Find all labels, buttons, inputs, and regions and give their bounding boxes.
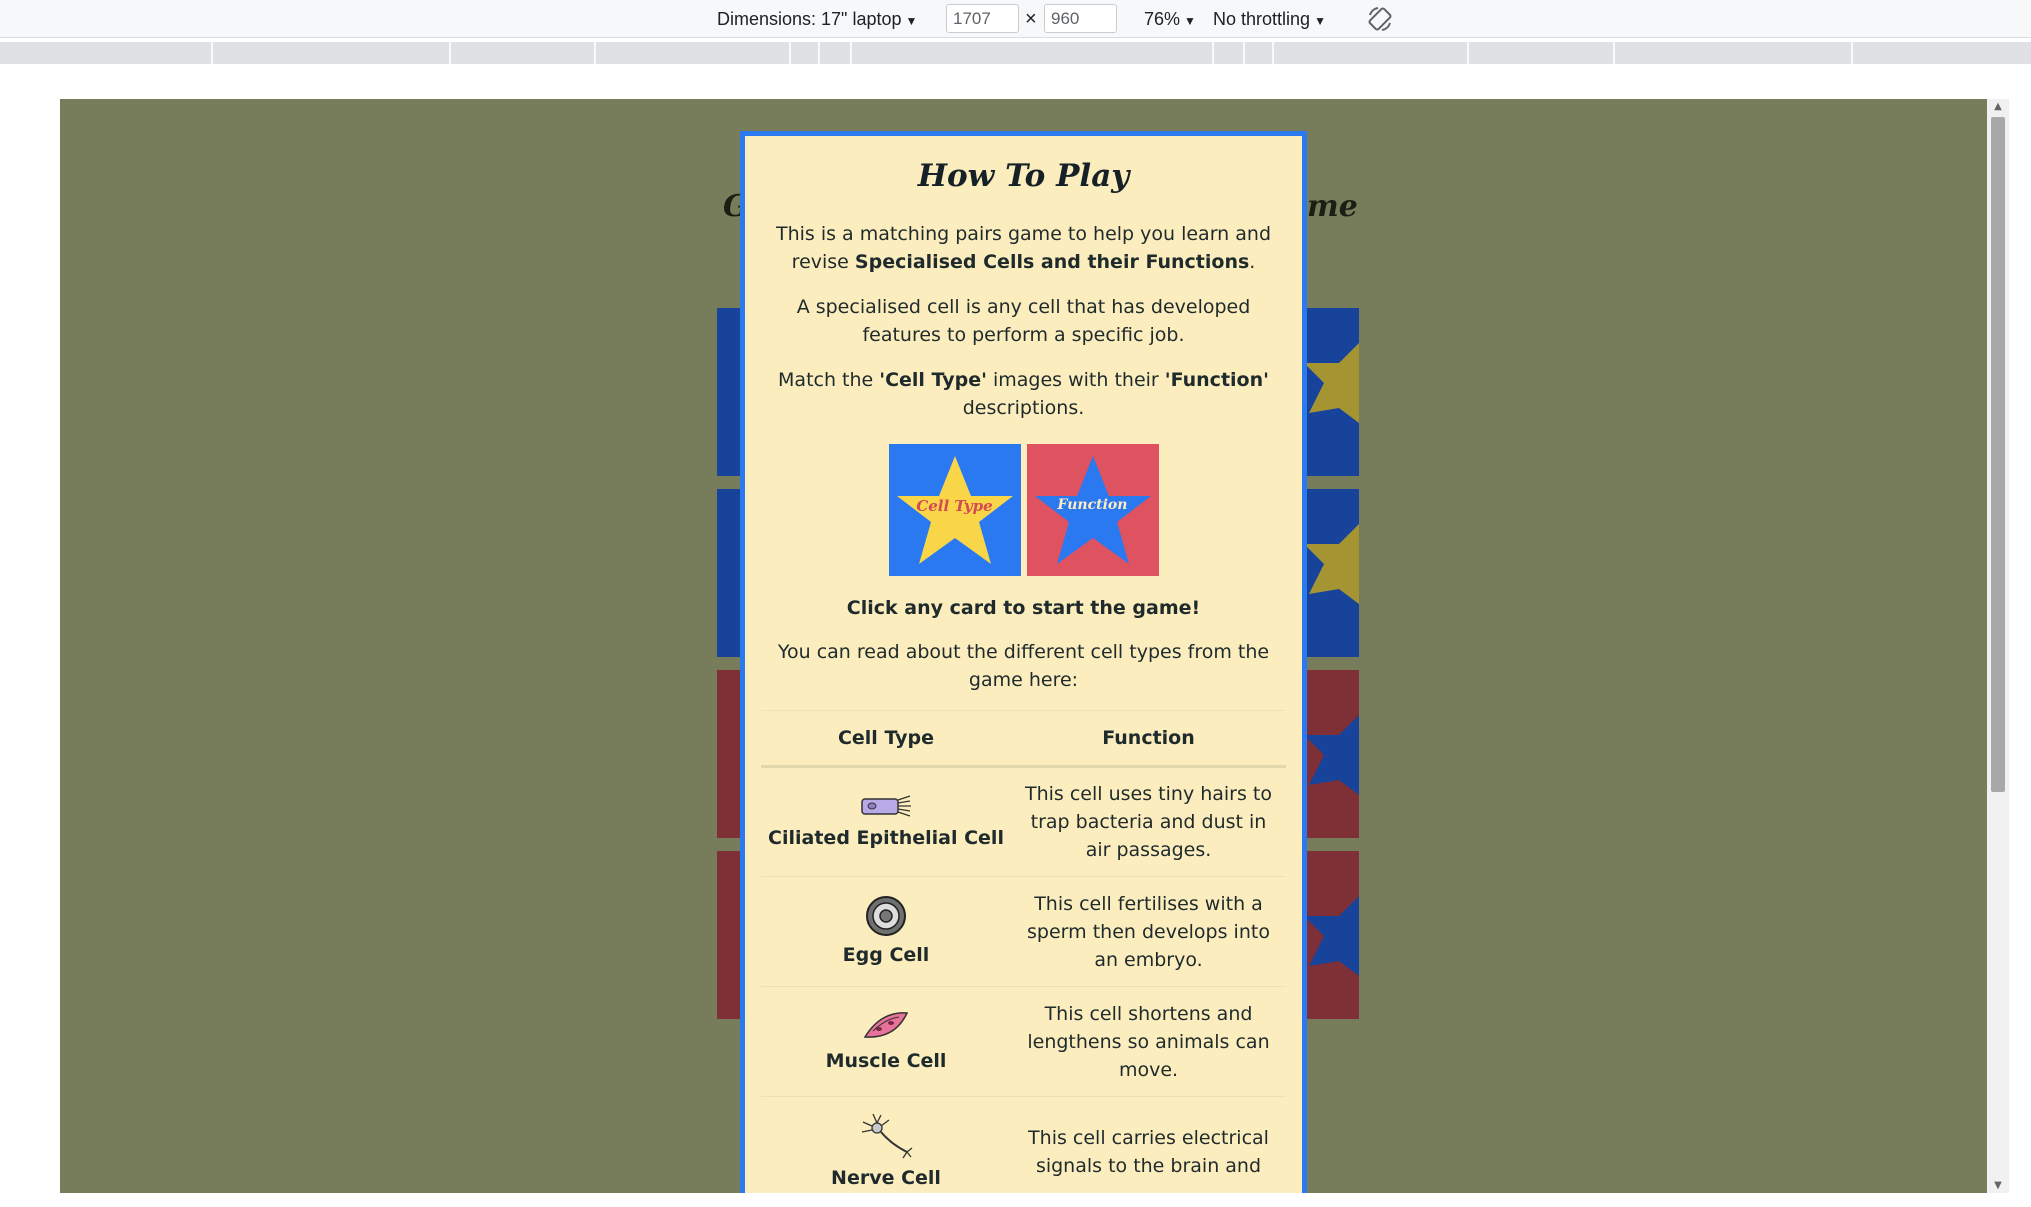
- egg-cell-icon: [866, 895, 906, 936]
- read-about-text: You can read about the different cell ty…: [777, 641, 1270, 691]
- function-description: This cell uses tiny hairs to trap bacter…: [1011, 766, 1286, 877]
- match-instructions: Match the 'Cell Type' images with their …: [778, 369, 1269, 419]
- width-input[interactable]: 1707: [946, 4, 1019, 33]
- zoom-dropdown[interactable]: 76% ▼: [1144, 0, 1196, 38]
- ciliated-cell-icon: [861, 795, 911, 817]
- star-icon: [1304, 524, 1359, 604]
- device-toolbar: Dimensions: 17" laptop ▼ 1707 × 960 76% ▼ …: [0, 0, 2031, 38]
- page-scrollbar[interactable]: ▲ ▼: [1987, 99, 2009, 1193]
- height-input[interactable]: 960: [1044, 4, 1117, 33]
- zoom-label: 76%: [1144, 9, 1181, 29]
- chevron-down-icon: ▼: [1314, 14, 1326, 28]
- table-row: Ciliated Epithelial Cell This cell uses …: [761, 766, 1286, 877]
- cell-type-name: Muscle Cell: [825, 1049, 947, 1072]
- example-cards: Cell Type Function: [745, 444, 1302, 576]
- times-symbol: ×: [1025, 8, 1037, 30]
- throttling-dropdown[interactable]: No throttling ▼: [1213, 0, 1326, 38]
- chevron-down-icon: ▼: [1184, 14, 1196, 28]
- rotate-icon[interactable]: [1366, 5, 1394, 33]
- dimensions-label: Dimensions: 17" laptop: [717, 9, 902, 29]
- star-icon: [1304, 715, 1359, 795]
- cell-type-name: Nerve Cell: [831, 1166, 941, 1189]
- function-example-card: Function: [1026, 444, 1159, 576]
- modal-title: How To Play: [917, 158, 1130, 194]
- column-header-function: Function: [1011, 710, 1286, 768]
- function-description: This cell fertilises with a sperm then d…: [1011, 876, 1286, 987]
- muscle-cell-icon: [863, 1011, 909, 1038]
- cell-types-table: Cell Type Function Ciliated Epithelial C…: [761, 710, 1286, 1193]
- star-icon: [1304, 896, 1359, 976]
- background-heading-right: me: [1307, 189, 1358, 224]
- star-icon: [1304, 343, 1359, 423]
- media-query-bar[interactable]: [0, 42, 2031, 64]
- how-to-play-modal: How To Play This is a matching pairs gam…: [740, 131, 1307, 1193]
- intro-text: This is a matching pairs game to help yo…: [775, 223, 1272, 273]
- column-header-cell-type: Cell Type: [761, 710, 1011, 768]
- dimensions-dropdown[interactable]: Dimensions: 17" laptop ▼: [717, 0, 917, 38]
- cell-type-example-card: Cell Type: [888, 444, 1021, 576]
- function-description: This cell carries electrical signals to …: [1011, 1096, 1286, 1193]
- cell-type-cell: Muscle Cell: [761, 986, 1011, 1097]
- cell-type-name: Ciliated Epithelial Cell: [768, 827, 1004, 849]
- table-row: Nerve Cell This cell carries electrical …: [761, 1096, 1286, 1193]
- definition-text: A specialised cell is any cell that has …: [796, 296, 1251, 346]
- cell-type-cell: Egg Cell: [761, 876, 1011, 987]
- table-row: Muscle Cell This cell shortens and lengt…: [761, 986, 1286, 1097]
- scroll-thumb[interactable]: [1991, 117, 2005, 792]
- throttling-label: No throttling: [1213, 9, 1311, 29]
- scroll-down-icon[interactable]: ▼: [1987, 1180, 2009, 1191]
- chevron-down-icon: ▼: [905, 14, 918, 28]
- cell-type-card-label: Cell Type: [916, 497, 993, 515]
- function-description: This cell shortens and lengthens so anim…: [1011, 986, 1286, 1097]
- table-row: Egg Cell This cell fertilises with a spe…: [761, 876, 1286, 987]
- cell-type-cell: Nerve Cell: [761, 1096, 1011, 1193]
- scroll-up-icon[interactable]: ▲: [1987, 101, 2009, 112]
- cell-type-name: Egg Cell: [842, 943, 930, 966]
- start-prompt: Click any card to start the game!: [846, 597, 1201, 619]
- table-header-row: Cell Type Function: [761, 710, 1286, 768]
- cell-type-cell: Ciliated Epithelial Cell: [761, 766, 1011, 877]
- nerve-cell-icon: [861, 1113, 913, 1158]
- function-card-label: Function: [1057, 497, 1128, 513]
